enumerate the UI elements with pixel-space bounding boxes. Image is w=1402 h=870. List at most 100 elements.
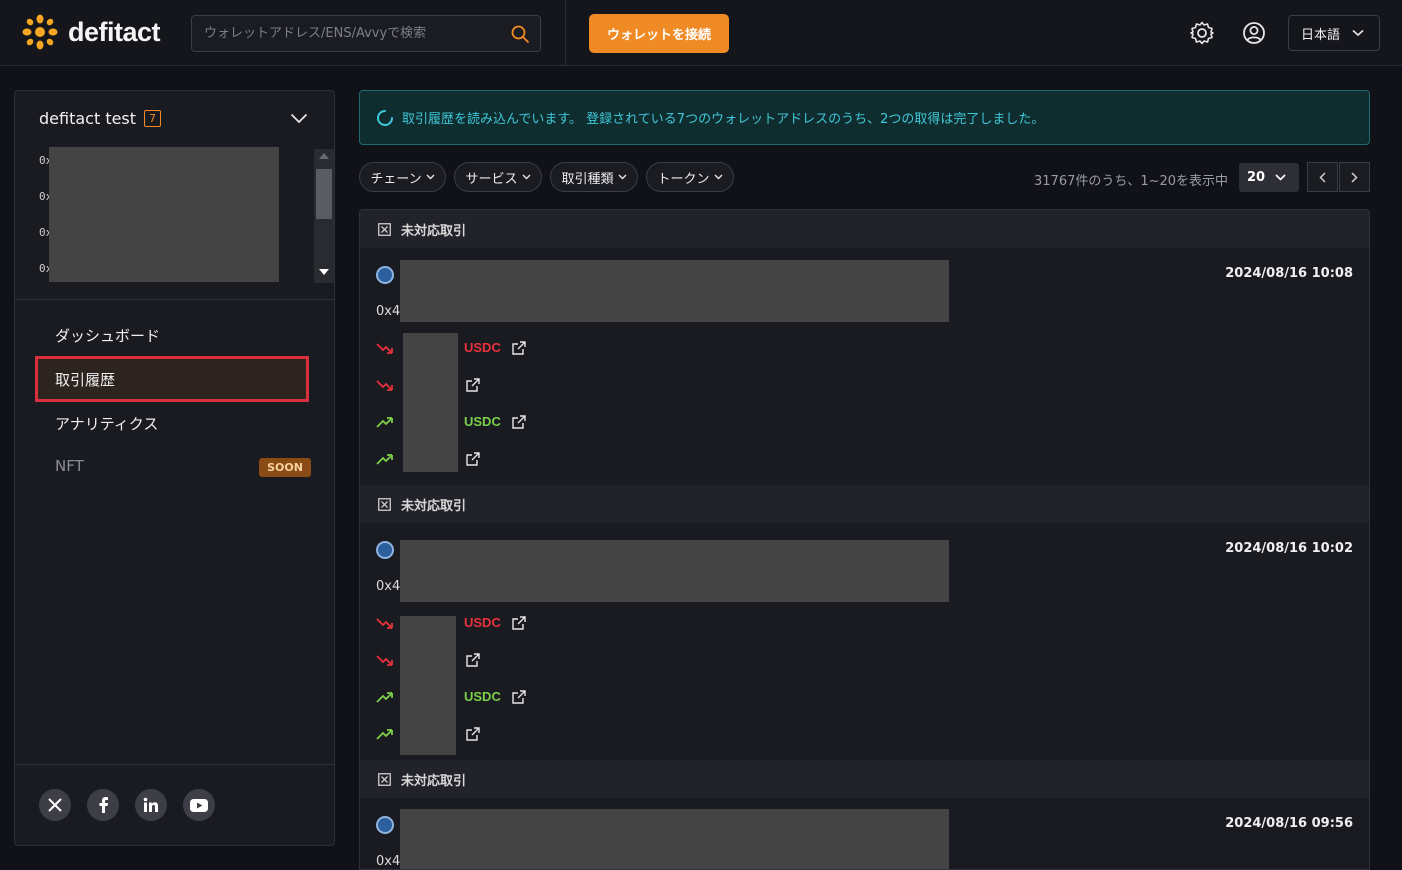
gear-icon[interactable] [1189, 20, 1215, 46]
facebook-icon[interactable] [87, 789, 119, 821]
chevron-left-icon [1319, 171, 1326, 183]
chevron-down-icon [1352, 29, 1364, 37]
next-page-button[interactable] [1339, 162, 1370, 192]
chevron-down-icon [426, 174, 435, 180]
sidebar-divider [15, 299, 334, 300]
scroll-up-icon[interactable] [319, 153, 329, 159]
filter-label: 取引種類 [561, 171, 614, 187]
group-label: 未対応取引 [401, 773, 467, 789]
chevron-right-icon [1351, 171, 1358, 183]
redacted-block [400, 616, 456, 755]
header-divider [565, 0, 566, 66]
outflow-arrow-icon [376, 343, 393, 354]
user-icon[interactable] [1241, 20, 1267, 46]
inflow-arrow-icon [376, 454, 393, 465]
external-link-icon[interactable] [512, 341, 526, 355]
scrollbar[interactable] [314, 149, 334, 283]
tx-hash-prefix[interactable]: 0x4 [376, 579, 400, 594]
filter-label: サービス [465, 171, 518, 187]
soon-badge: SOON [259, 458, 311, 477]
account-count-badge: 7 [144, 110, 162, 127]
chevron-down-icon [522, 174, 530, 180]
scroll-down-icon[interactable] [319, 269, 329, 275]
chain-icon [376, 541, 394, 559]
sidebar-item-dashboard[interactable]: ダッシュボード [55, 325, 160, 346]
filter-chain[interactable]: チェーン [359, 162, 446, 192]
external-link-icon[interactable] [512, 415, 526, 429]
chevron-down-icon [618, 174, 626, 180]
youtube-icon[interactable] [183, 789, 215, 821]
redacted-block [400, 260, 949, 322]
token-label: USDC [464, 340, 501, 355]
sidebar-item-nft[interactable]: NFT [55, 457, 84, 475]
per-page-select[interactable]: 20 [1239, 163, 1299, 192]
transaction-list: 未対応取引 0x4 2024/08/16 10:08 USDC USDC 未対応… [359, 209, 1370, 870]
unsupported-icon [378, 222, 391, 236]
inflow-arrow-icon [376, 417, 393, 428]
redacted-block [400, 809, 949, 869]
top-bar: defitact ウォレットを接続 日本語 [0, 0, 1402, 66]
group-header: 未対応取引 [360, 485, 1369, 523]
logo-icon [22, 14, 58, 50]
filter-transaction-type[interactable]: 取引種類 [550, 162, 638, 192]
filter-token[interactable]: トークン [646, 162, 734, 192]
unsupported-icon [378, 772, 391, 786]
tx-date: 2024/08/16 10:08 [1225, 266, 1353, 281]
chevron-down-icon [714, 174, 722, 180]
redacted-block [400, 540, 949, 602]
filter-label: トークン [657, 171, 710, 187]
logo[interactable]: defitact [22, 14, 161, 50]
search-input[interactable] [204, 16, 504, 51]
redacted-block [403, 333, 458, 472]
external-link-icon[interactable] [512, 690, 526, 704]
tx-date: 2024/08/16 10:02 [1225, 541, 1353, 556]
outflow-arrow-icon [376, 380, 393, 391]
group-label: 未対応取引 [401, 223, 467, 239]
outflow-arrow-icon [376, 655, 393, 666]
logo-text: defitact [68, 16, 161, 47]
per-page-value: 20 [1247, 170, 1266, 185]
group-header: 未対応取引 [360, 210, 1369, 248]
account-selector[interactable]: defitact test 7 [39, 109, 162, 128]
language-select[interactable]: 日本語 [1288, 15, 1380, 51]
prev-page-button[interactable] [1307, 162, 1338, 192]
tx-hash-prefix[interactable]: 0x4 [376, 854, 400, 869]
account-name: defitact test [39, 109, 137, 128]
language-label: 日本語 [1301, 27, 1341, 43]
chain-icon [376, 266, 394, 284]
linkedin-icon[interactable] [135, 789, 167, 821]
token-label: USDC [464, 615, 501, 630]
inflow-arrow-icon [376, 729, 393, 740]
token-label: USDC [464, 414, 501, 429]
external-link-icon[interactable] [466, 653, 480, 667]
chevron-down-icon[interactable] [290, 113, 308, 124]
sidebar: defitact test 7 0x 0x 0x 0x ダッシュボード 取引履歴… [14, 90, 335, 846]
sidebar-item-transactions[interactable]: 取引履歴 [55, 369, 115, 390]
search-box[interactable] [191, 15, 541, 52]
loading-banner: 取引履歴を読み込んでいます。 登録されている7つのウォレットアドレスのうち、2つ… [359, 90, 1370, 145]
unsupported-icon [378, 497, 391, 511]
external-link-icon[interactable] [466, 727, 480, 741]
outflow-arrow-icon [376, 618, 393, 629]
loading-spinner-icon [377, 109, 393, 126]
filter-service[interactable]: サービス [454, 162, 542, 192]
scrollbar-thumb[interactable] [316, 169, 332, 219]
inflow-arrow-icon [376, 692, 393, 703]
group-label: 未対応取引 [401, 498, 467, 514]
redacted-block [49, 147, 279, 282]
banner-text: 取引履歴を読み込んでいます。 登録されている7つのウォレットアドレスのうち、2つ… [402, 112, 1045, 127]
pagination-summary: 31767件のうち、1~20を表示中 [1034, 174, 1229, 189]
sidebar-item-analytics[interactable]: アナリティクス [55, 413, 158, 434]
tx-date: 2024/08/16 09:56 [1225, 816, 1353, 831]
external-link-icon[interactable] [512, 616, 526, 630]
x-icon[interactable] [39, 789, 71, 821]
external-link-icon[interactable] [466, 452, 480, 466]
search-icon[interactable] [510, 24, 530, 44]
chain-icon [376, 816, 394, 834]
group-header: 未対応取引 [360, 760, 1369, 798]
tx-hash-prefix[interactable]: 0x4 [376, 304, 400, 319]
external-link-icon[interactable] [466, 378, 480, 392]
chevron-down-icon [1275, 174, 1286, 181]
connect-wallet-button[interactable]: ウォレットを接続 [589, 14, 729, 53]
filter-label: チェーン [370, 171, 422, 187]
